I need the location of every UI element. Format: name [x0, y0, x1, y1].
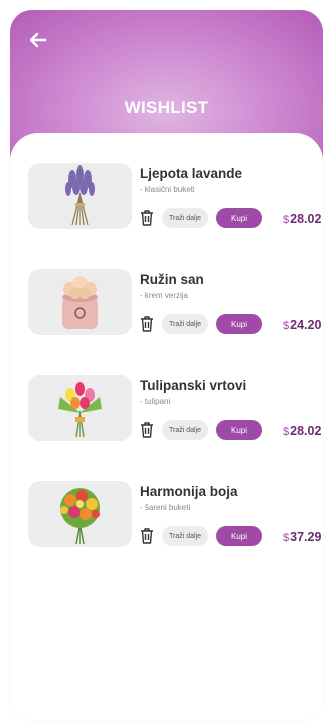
- product-price: $28.02: [283, 424, 322, 438]
- product-image: [28, 481, 132, 547]
- wishlist-item: Ružin san - krem verzija Traži dalje Kup…: [28, 269, 323, 339]
- wishlist-item: Ljepota lavande - klasični buketi Traži …: [28, 163, 323, 233]
- wishlist-item: Tulipanski vrtovi - tulipani Traži dalje…: [28, 375, 323, 445]
- product-category: - tulipani: [140, 397, 171, 406]
- product-price: $37.29: [283, 530, 322, 544]
- trash-icon[interactable]: [140, 210, 154, 226]
- product-category: - klasični buketi: [140, 185, 195, 194]
- product-category: - šareni buketi: [140, 503, 191, 512]
- product-name: Tulipanski vrtovi: [140, 378, 247, 393]
- mixed-bouquet-icon: [60, 488, 100, 545]
- product-price: $28.02: [283, 212, 322, 226]
- find-more-button[interactable]: Traži dalje: [162, 314, 208, 334]
- buy-button[interactable]: Kupi: [216, 208, 262, 228]
- find-more-button[interactable]: Traži dalje: [162, 420, 208, 440]
- trash-icon[interactable]: [140, 422, 154, 438]
- page-title: WISHLIST: [124, 98, 209, 117]
- lavender-bouquet-icon: [65, 165, 95, 226]
- product-name: Harmonija boja: [140, 484, 238, 499]
- buy-button[interactable]: Kupi: [216, 526, 262, 546]
- product-name: Ljepota lavande: [140, 166, 243, 181]
- find-more-button[interactable]: Traži dalje: [162, 208, 208, 228]
- rose-box-icon: [62, 276, 98, 329]
- trash-icon[interactable]: [140, 528, 154, 544]
- find-more-button[interactable]: Traži dalje: [162, 526, 208, 546]
- product-name: Ružin san: [140, 272, 204, 287]
- arrow-left-icon: [29, 32, 47, 48]
- product-image: [28, 375, 132, 441]
- product-image: [28, 163, 132, 229]
- product-price: $24.20: [283, 318, 322, 332]
- buy-button[interactable]: Kupi: [216, 420, 262, 440]
- trash-icon[interactable]: [140, 316, 154, 332]
- wishlist-panel: Ljepota lavande - klasični buketi Traži …: [10, 133, 323, 720]
- wishlist-item: Harmonija boja - šareni buketi Traži dal…: [28, 481, 323, 551]
- product-image: [28, 269, 132, 335]
- tulip-bouquet-icon: [58, 382, 102, 438]
- product-category: - krem verzija: [140, 291, 189, 300]
- phone-frame: WISHLIST Ljepota lavande - klasični buke…: [10, 10, 323, 720]
- back-button[interactable]: [26, 28, 50, 52]
- buy-button[interactable]: Kupi: [216, 314, 262, 334]
